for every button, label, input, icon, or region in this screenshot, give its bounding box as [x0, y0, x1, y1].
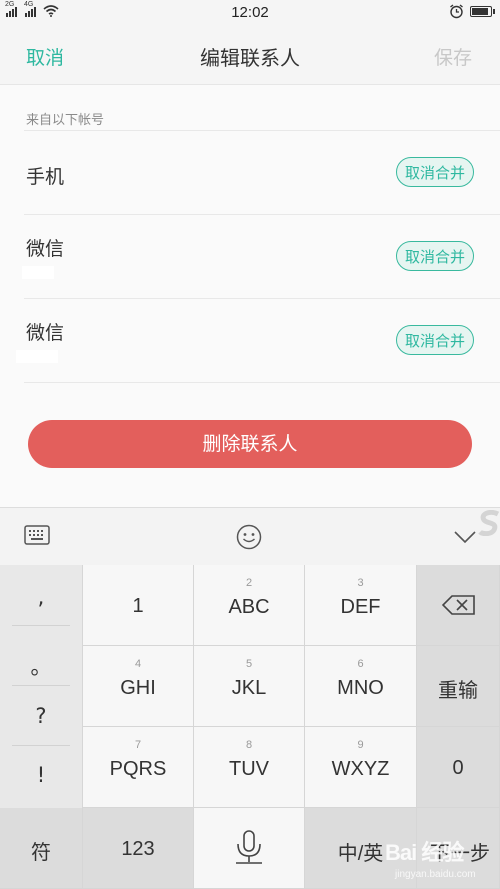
- key-label: WXYZ: [331, 758, 390, 780]
- divider-row: [0, 382, 500, 383]
- key-label: JKL: [231, 677, 267, 699]
- delete-contact-button[interactable]: 删除联系人: [28, 420, 472, 468]
- key-5[interactable]: 5 JKL: [194, 646, 305, 727]
- account-name: 微信: [26, 238, 65, 260]
- keyboard-icon[interactable]: [24, 525, 50, 545]
- key-7[interactable]: 7 PQRS: [83, 727, 194, 808]
- key-0[interactable]: 0: [417, 727, 500, 808]
- divider: [12, 685, 70, 686]
- punct-comma-key[interactable]: ,: [0, 585, 82, 609]
- key-label: 符: [31, 842, 51, 864]
- keyboard-toolbar: [0, 507, 500, 566]
- key-digit: 7: [134, 739, 142, 751]
- unmerge-button[interactable]: 取消合并: [396, 157, 474, 187]
- save-button[interactable]: 保存: [434, 43, 472, 70]
- section-label: 来自以下帐号: [26, 113, 105, 128]
- key-label: PQRS: [109, 758, 167, 780]
- account-row: 手机 取消合并: [0, 130, 500, 214]
- punctuation-column: , 。 ? !: [0, 565, 83, 808]
- key-9[interactable]: 9 WXYZ: [305, 727, 417, 808]
- unmerge-button[interactable]: 取消合并: [396, 241, 474, 271]
- redacted-subtext: [22, 266, 54, 279]
- key-1[interactable]: 1: [83, 565, 194, 646]
- retype-key[interactable]: 重输: [417, 646, 500, 727]
- key-label: 1: [132, 595, 144, 617]
- divider: [24, 214, 500, 215]
- key-label: ABC: [228, 596, 270, 618]
- divider: [24, 130, 500, 131]
- key-label: 123: [121, 838, 155, 860]
- account-row: 微信 取消合并: [0, 214, 500, 298]
- punct-question-key[interactable]: ?: [0, 704, 82, 728]
- backspace-key[interactable]: [417, 565, 500, 646]
- divider: [12, 625, 70, 626]
- key-label: 0: [452, 757, 464, 779]
- sogou-logo-icon: [478, 510, 500, 536]
- account-name: 手机: [26, 166, 65, 188]
- collapse-chevron-icon[interactable]: [453, 530, 477, 544]
- key-3[interactable]: 3 DEF: [305, 565, 417, 646]
- emoji-icon[interactable]: [236, 524, 262, 550]
- unmerge-button[interactable]: 取消合并: [396, 325, 474, 355]
- punct-period-key[interactable]: 。: [0, 651, 82, 681]
- account-name: 微信: [26, 322, 65, 344]
- app-header: 取消 编辑联系人 保存: [0, 26, 500, 85]
- battery-icon: [470, 6, 495, 17]
- key-digit: 8: [245, 739, 253, 751]
- contact-accounts-panel: 来自以下帐号 手机 取消合并 微信 取消合并 微信 取消合并 删除联系人: [0, 85, 500, 507]
- next-key[interactable]: 下一步: [417, 808, 500, 889]
- numeric-key[interactable]: 123: [83, 808, 194, 889]
- key-digit: 5: [245, 658, 253, 670]
- punct-exclaim-key[interactable]: !: [0, 763, 82, 787]
- key-digit: 9: [357, 739, 364, 751]
- redacted-subtext: [16, 350, 58, 363]
- divider: [12, 745, 70, 746]
- backspace-icon: [442, 595, 475, 615]
- key-label: 重输: [438, 680, 478, 702]
- key-label: MNO: [337, 677, 384, 699]
- key-6[interactable]: 6 MNO: [305, 646, 417, 727]
- key-2[interactable]: 2 ABC: [194, 565, 305, 646]
- key-4[interactable]: 4 GHI: [83, 646, 194, 727]
- key-digit: 6: [357, 658, 364, 670]
- key-label: DEF: [340, 596, 381, 618]
- key-8[interactable]: 8 TUV: [194, 727, 305, 808]
- status-bar: 2G 4G 12:02: [0, 0, 500, 26]
- symbol-key[interactable]: 符: [0, 808, 83, 889]
- clock: 12:02: [231, 4, 269, 21]
- page-title: 编辑联系人: [200, 46, 300, 70]
- status-right: [449, 4, 495, 19]
- key-digit: 3: [357, 577, 364, 589]
- divider: [24, 382, 500, 383]
- t9-keyboard: , 。 ? ! 1 2 ABC 3 DEF 4 GHI 5 JKL 6 MNO …: [0, 565, 500, 889]
- language-toggle-key[interactable]: 中/英: [305, 808, 417, 889]
- key-digit: 2: [245, 577, 253, 589]
- key-label: TUV: [229, 758, 269, 780]
- key-label: 下一步: [430, 843, 490, 865]
- voice-input-key[interactable]: [194, 808, 305, 889]
- key-label: 中/英: [337, 843, 384, 865]
- key-label: GHI: [120, 677, 156, 699]
- divider: [24, 298, 500, 299]
- microphone-icon: [236, 830, 262, 864]
- account-row: 微信 取消合并: [0, 298, 500, 382]
- key-digit: 4: [134, 658, 142, 670]
- alarm-icon: [450, 4, 463, 19]
